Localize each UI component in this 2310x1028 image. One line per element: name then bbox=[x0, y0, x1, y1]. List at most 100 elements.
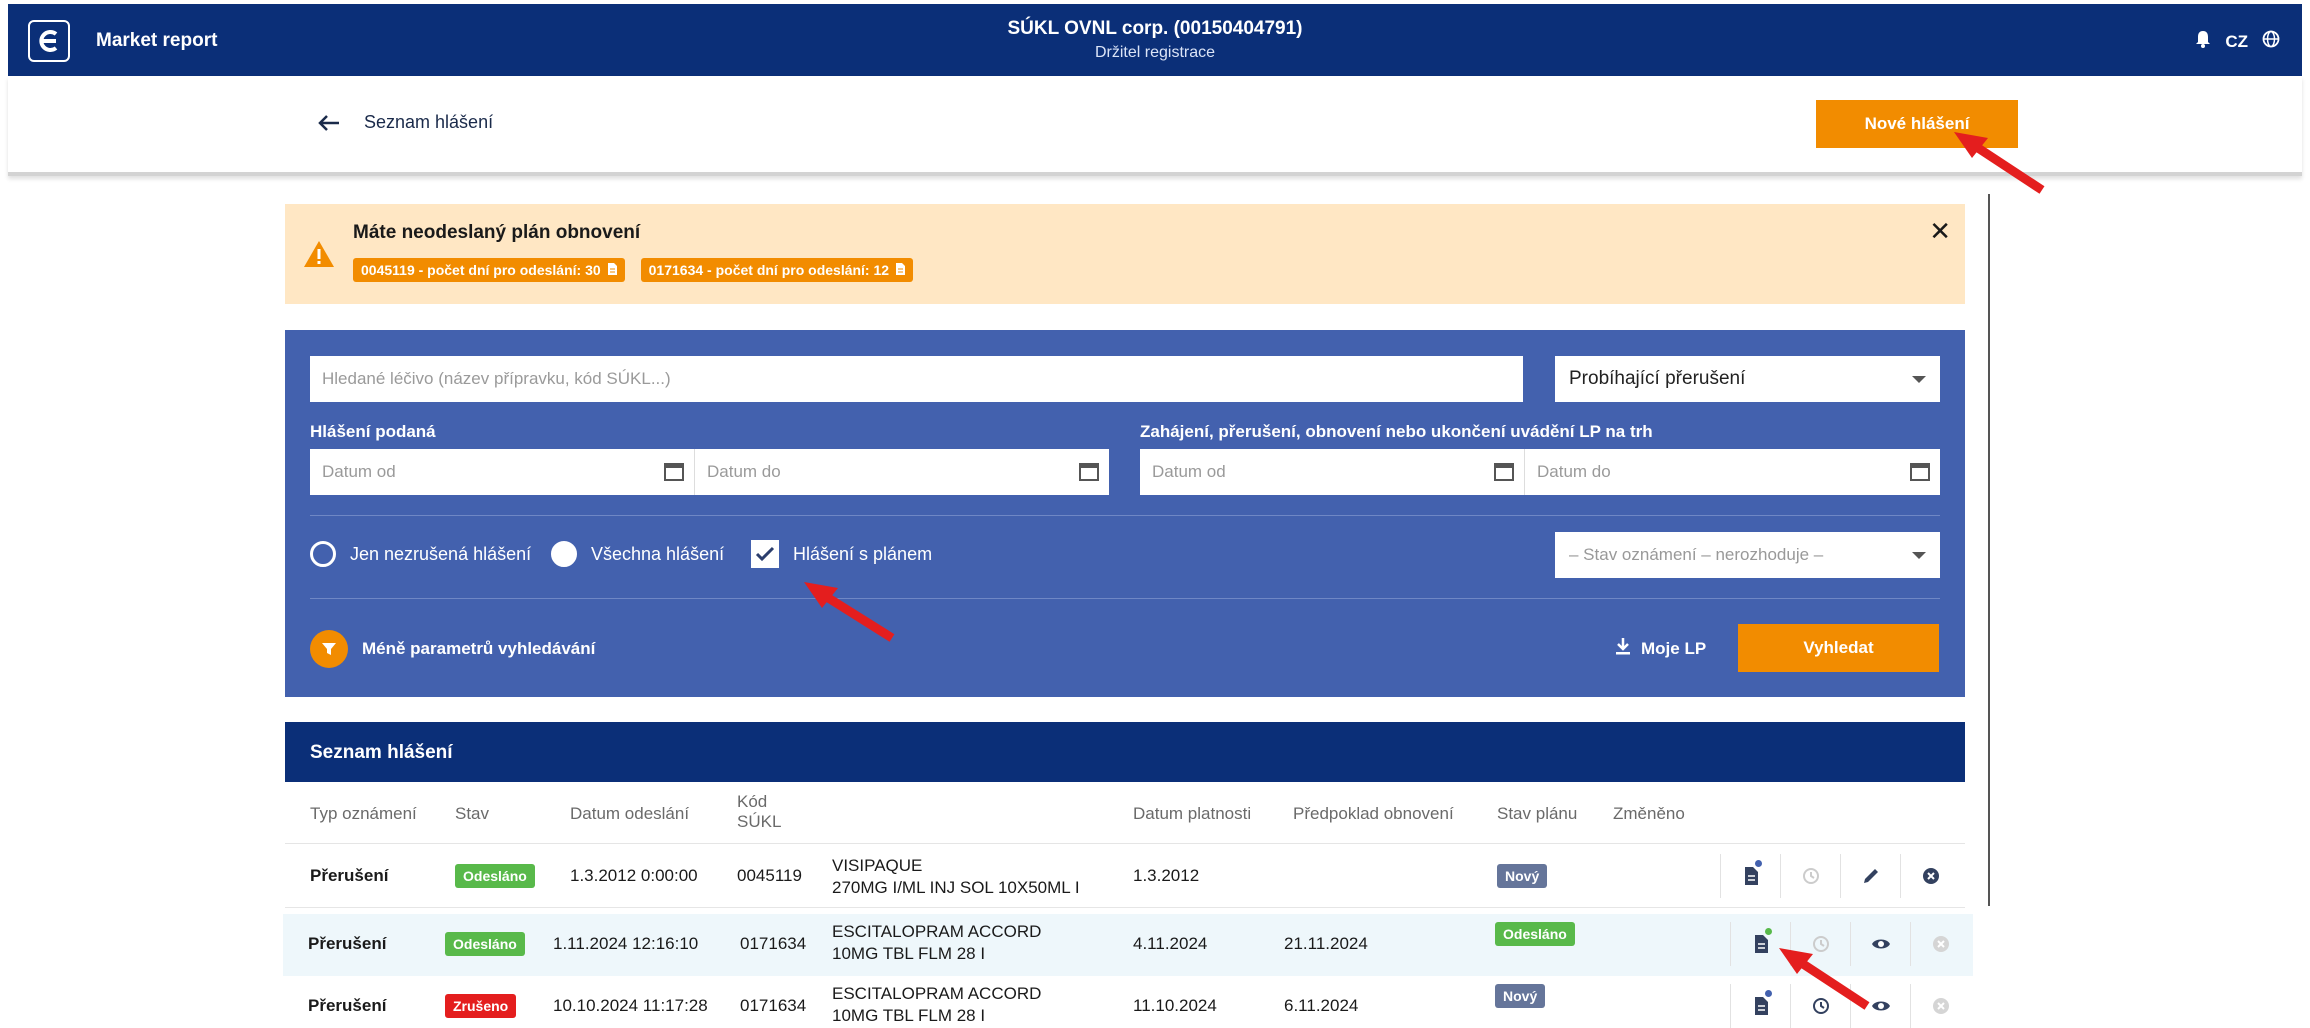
row-name: ESCITALOPRAM ACCORD bbox=[832, 984, 1042, 1003]
row-type: Přerušení bbox=[308, 934, 387, 953]
row-name-detail: 10MG TBL FLM 28 I bbox=[832, 944, 986, 963]
column-header[interactable]: Předpoklad obnovení bbox=[1293, 804, 1454, 824]
toggle-params-button[interactable]: Méně parametrů vyhledávání bbox=[310, 630, 595, 668]
row-sent-date: 1.3.2012 0:00:00 bbox=[570, 866, 698, 885]
document-icon bbox=[895, 262, 906, 278]
search-input[interactable]: Hledané léčivo (název přípravku, kód SÚK… bbox=[310, 356, 1523, 402]
radio-uncancelled-label: Jen nezrušená hlášení bbox=[350, 543, 532, 564]
column-header[interactable]: Datum platnosti bbox=[1133, 804, 1251, 824]
annotation-arrow bbox=[804, 582, 895, 642]
radio-all[interactable]: Všechna hlášení bbox=[551, 541, 724, 567]
calendar-icon[interactable] bbox=[1910, 461, 1930, 486]
annotation-arrow bbox=[1954, 132, 2045, 194]
plan-chip-label: 0045119 - počet dní pro odeslání: 30 bbox=[361, 262, 601, 278]
globe-icon[interactable] bbox=[2262, 30, 2280, 53]
status-select[interactable]: Probíhající přerušení bbox=[1555, 356, 1940, 402]
column-header[interactable]: Typ oznámení bbox=[310, 804, 417, 824]
plan-checkbox[interactable]: Hlášení s plánem bbox=[751, 540, 932, 568]
cancel-icon[interactable] bbox=[1910, 984, 1970, 1028]
bell-icon[interactable] bbox=[2195, 30, 2211, 53]
plan-status-badge: Nový bbox=[1497, 864, 1548, 888]
close-icon[interactable]: ✕ bbox=[1929, 216, 1951, 247]
cancel-icon[interactable] bbox=[1910, 922, 1970, 966]
radio-circle[interactable] bbox=[310, 541, 336, 567]
my-lp-label: Moje LP bbox=[1641, 638, 1707, 658]
row-code: 0171634 bbox=[740, 934, 807, 953]
radio-all-label: Všechna hlášení bbox=[591, 543, 725, 564]
top-bar: Market report SÚKL OVNL corp. (001504047… bbox=[8, 4, 2302, 76]
row-sent-date: 1.11.2024 12:16:10 bbox=[553, 934, 699, 953]
column-header[interactable]: Stav bbox=[455, 804, 489, 824]
column-header[interactable]: Datum odeslání bbox=[570, 804, 689, 824]
calendar-icon[interactable] bbox=[1494, 461, 1514, 486]
status-badge: Odesláno bbox=[455, 864, 535, 888]
status-badge: Odesláno bbox=[445, 932, 525, 956]
download-icon bbox=[1615, 637, 1631, 660]
plan-chip[interactable]: 0171634 - počet dní pro odeslání: 12 bbox=[640, 258, 914, 282]
divider bbox=[310, 515, 1940, 516]
arrow-left-icon[interactable] bbox=[318, 114, 340, 132]
period-label: Zahájení, přerušení, obnovení nebo ukonč… bbox=[1140, 422, 1653, 441]
plan-status-badge: Nový bbox=[1495, 984, 1546, 1008]
edit-icon[interactable] bbox=[1840, 854, 1900, 898]
row-code: 0045119 bbox=[737, 866, 802, 885]
search-filter-panel: Hledané léčivo (název přípravku, kód SÚK… bbox=[285, 330, 1965, 697]
back-link[interactable]: Seznam hlášení bbox=[318, 112, 493, 133]
cancel-icon[interactable] bbox=[1900, 854, 1960, 898]
notice-state-select[interactable]: – Stav oznámení – nerozhoduje – bbox=[1555, 532, 1940, 578]
row-type: Přerušení bbox=[308, 996, 387, 1015]
calendar-icon[interactable] bbox=[664, 461, 684, 486]
warning-icon bbox=[303, 240, 335, 273]
row-valid-date: 4.11.2024 bbox=[1133, 934, 1208, 953]
column-header[interactable]: Změněno bbox=[1613, 804, 1685, 824]
submitted-date-to[interactable]: Datum do bbox=[694, 449, 1109, 495]
plan-status-badge: Odesláno bbox=[1495, 922, 1575, 946]
period-date-from[interactable]: Datum od bbox=[1140, 449, 1524, 495]
radio-uncancelled[interactable]: Jen nezrušená hlášení bbox=[310, 541, 531, 567]
language-label[interactable]: CZ bbox=[2225, 32, 2248, 52]
org-info: SÚKL OVNL corp. (00150404791) Držitel re… bbox=[8, 18, 2302, 62]
column-header[interactable]: Kód SÚKL bbox=[737, 792, 797, 832]
toggle-params-label: Méně parametrů vyhledávání bbox=[362, 639, 596, 658]
row-type: Přerušení bbox=[310, 866, 389, 885]
plan-chip[interactable]: 0045119 - počet dní pro odeslání: 30 bbox=[353, 258, 625, 282]
row-sent-date: 10.10.2024 11:17:28 bbox=[553, 996, 708, 1015]
date-to-placeholder: Datum do bbox=[1537, 462, 1611, 481]
chevron-down-icon bbox=[1912, 552, 1926, 559]
table-row[interactable]: Přerušení Odesláno 1.3.2012 0:00:00 0045… bbox=[285, 846, 1965, 908]
date-from-placeholder: Datum od bbox=[322, 462, 396, 481]
period-date-to[interactable]: Datum do bbox=[1524, 449, 1940, 495]
search-button[interactable]: Vyhledat bbox=[1738, 624, 1939, 672]
plan-document-icon[interactable] bbox=[1720, 854, 1780, 898]
row-valid-date: 11.10.2024 bbox=[1133, 996, 1217, 1015]
plan-chip-label: 0171634 - počet dní pro odeslání: 12 bbox=[648, 262, 890, 278]
row-valid-date: 1.3.2012 bbox=[1133, 866, 1200, 885]
alert-title: Máte neodeslaný plán obnovení bbox=[353, 222, 641, 243]
table-row[interactable]: Přerušení Zrušeno 10.10.2024 11:17:28 01… bbox=[283, 976, 1973, 1028]
submitted-label: Hlášení podaná bbox=[310, 422, 436, 441]
checkbox-checked-icon[interactable] bbox=[751, 540, 779, 568]
status-badge: Zrušeno bbox=[445, 994, 517, 1018]
row-name-detail: 270MG I/ML INJ SOL 10X50ML I bbox=[832, 878, 1080, 897]
calendar-icon[interactable] bbox=[1079, 461, 1099, 486]
my-lp-button[interactable]: Moje LP bbox=[1615, 637, 1706, 660]
annotation-arrow bbox=[1779, 948, 1870, 1010]
org-role: Držitel registrace bbox=[1094, 44, 1216, 61]
radio-circle[interactable] bbox=[551, 541, 577, 567]
page-title: Seznam hlášení bbox=[364, 112, 494, 132]
row-name: ESCITALOPRAM ACCORD bbox=[832, 922, 1042, 941]
divider bbox=[1988, 194, 1990, 906]
history-icon[interactable] bbox=[1780, 854, 1840, 898]
notice-state-value: – Stav oznámení – nerozhoduje – bbox=[1569, 545, 1824, 564]
column-header[interactable]: Stav plánu bbox=[1497, 804, 1577, 824]
divider bbox=[310, 598, 1940, 599]
submitted-date-from[interactable]: Datum od bbox=[310, 449, 694, 495]
row-renewal-date: 21.11.2024 bbox=[1284, 934, 1368, 953]
date-to-placeholder: Datum do bbox=[707, 462, 781, 481]
unsent-plan-alert: Máte neodeslaný plán obnovení 0045119 - … bbox=[285, 204, 1965, 304]
filter-icon bbox=[310, 630, 348, 668]
table-row[interactable]: Přerušení Odesláno 1.11.2024 12:16:10 01… bbox=[283, 914, 1973, 976]
date-from-placeholder: Datum od bbox=[1152, 462, 1226, 481]
plan-checkbox-label: Hlášení s plánem bbox=[793, 543, 933, 564]
row-code: 0171634 bbox=[740, 996, 807, 1015]
